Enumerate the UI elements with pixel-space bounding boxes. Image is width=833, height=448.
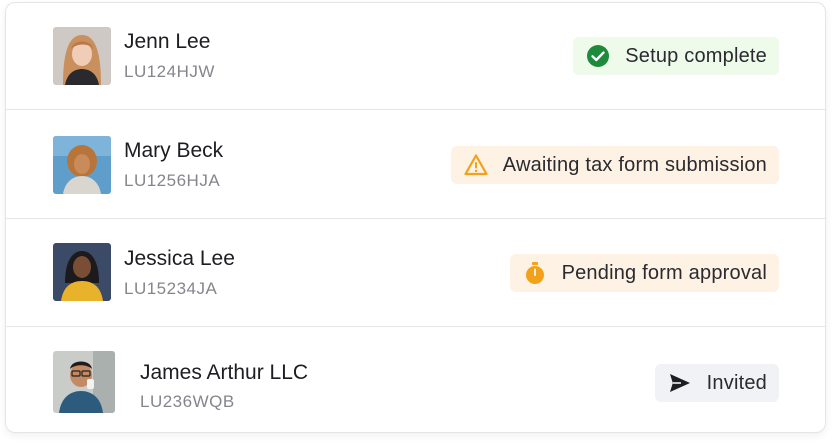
- list-item[interactable]: Jessica Lee LU15234JA Pending form appro…: [6, 218, 825, 326]
- user-code: LU15234JA: [124, 279, 218, 298]
- status-label: Awaiting tax form submission: [502, 153, 767, 176]
- avatar: [53, 351, 115, 413]
- send-icon: [667, 370, 693, 396]
- status-label: Pending form approval: [561, 261, 767, 284]
- user-status-list: Jenn Lee LU124HJW Setup complete Mary Be…: [5, 2, 826, 433]
- user-code: LU124HJW: [124, 62, 215, 81]
- status-label: Invited: [706, 371, 767, 394]
- status-badge: Awaiting tax form submission: [450, 146, 779, 184]
- list-item[interactable]: Jenn Lee LU124HJW Setup complete: [6, 3, 825, 109]
- status-badge: Setup complete: [573, 37, 779, 75]
- warning-triangle-icon: [463, 152, 489, 178]
- user-name: Jessica Lee: [124, 247, 235, 270]
- user-name: Jenn Lee: [124, 30, 211, 53]
- user-name: Mary Beck: [124, 139, 224, 162]
- list-item[interactable]: Mary Beck LU1256HJA Awaiting tax form su…: [6, 109, 825, 218]
- list-item[interactable]: James Arthur LLC LU236WQB Invited: [6, 326, 825, 432]
- check-circle-icon: [585, 43, 611, 69]
- status-badge: Pending form approval: [509, 254, 779, 292]
- avatar: [53, 243, 111, 301]
- avatar: [53, 27, 111, 85]
- user-code: LU1256HJA: [124, 171, 221, 190]
- user-name: James Arthur LLC: [140, 361, 309, 384]
- stopwatch-icon: [522, 260, 548, 286]
- status-badge: Invited: [654, 364, 779, 402]
- user-code: LU236WQB: [140, 392, 235, 411]
- status-label: Setup complete: [625, 44, 767, 67]
- avatar: [53, 136, 111, 194]
